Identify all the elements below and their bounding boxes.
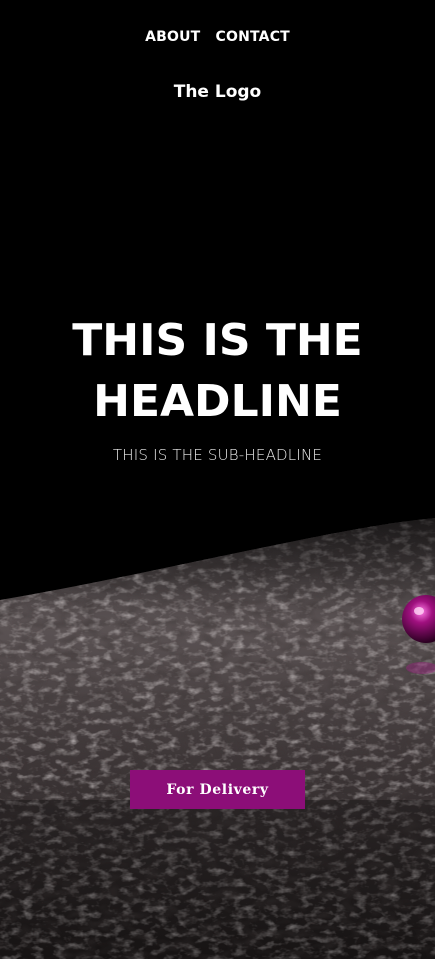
- logo[interactable]: The Logo: [0, 82, 435, 102]
- top-nav: ABOUT CONTACT: [0, 26, 435, 46]
- hero-subheadline: THIS IS THE SUB-HEADLINE: [112, 446, 323, 464]
- page: ABOUT CONTACT The Logo THIS IS THE HEADL…: [0, 0, 435, 959]
- headline-line-2: HEADLINE: [93, 376, 342, 427]
- headline-line-1: THIS IS THE: [72, 315, 363, 366]
- hero-background-image: [0, 518, 435, 959]
- nav-link-about[interactable]: ABOUT: [145, 28, 200, 46]
- for-delivery-button[interactable]: For Delivery: [130, 770, 305, 809]
- nav-link-contact[interactable]: CONTACT: [216, 28, 290, 46]
- hero-headline: THIS IS THE HEADLINE: [0, 310, 435, 432]
